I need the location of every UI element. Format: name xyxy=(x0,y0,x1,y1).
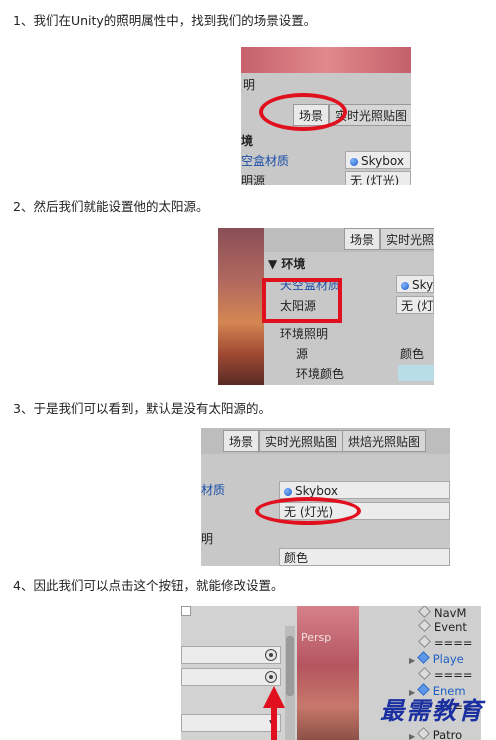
hierarchy-label: ==== xyxy=(434,636,473,650)
tab-scene[interactable]: 场景 xyxy=(223,430,260,452)
scene-view-strip xyxy=(241,47,411,73)
step-1-text: 1、我们在Unity的照明属性中，找到我们的场景设置。 xyxy=(13,13,317,28)
screenshot-sun-source: 场景 实时光照 ▼ 环境 天空盒材质 Sky 太阳源 无 (灯光 环境照明 源 … xyxy=(218,228,434,385)
gameobject-icon xyxy=(418,606,431,618)
material-icon xyxy=(350,158,358,166)
red-arrow-icon xyxy=(263,686,285,740)
step-4-text: 4、因此我们可以点击这个按钮，就能修改设置。 xyxy=(13,578,284,593)
section-environment: 境 xyxy=(241,134,254,148)
highlight-rectangle xyxy=(262,278,342,323)
sun-source-picker-icon[interactable] xyxy=(265,671,277,683)
hierarchy-item[interactable]: NavM xyxy=(418,606,467,620)
collapse-arrow-icon[interactable]: ▼ xyxy=(268,257,281,271)
material-icon xyxy=(401,282,409,290)
skybox-material-label: 材质 xyxy=(201,483,226,497)
section-environment: ▼ 环境 xyxy=(268,256,305,272)
tab-baked-lightmap[interactable]: 烘焙光照贴图 xyxy=(342,430,427,452)
highlight-circle xyxy=(259,93,347,131)
object-picker-icon[interactable] xyxy=(265,649,277,661)
source-field[interactable]: 颜色 xyxy=(279,548,450,566)
hierarchy-item[interactable]: ▶ Playe xyxy=(409,651,464,668)
lighting-label-fragment: 明 xyxy=(201,532,214,546)
prefab-icon xyxy=(416,651,430,664)
skybox-material-value: Sky xyxy=(412,278,434,292)
gameobject-icon xyxy=(416,727,430,740)
hierarchy-label: Patro xyxy=(432,728,463,740)
ambient-color-swatch[interactable] xyxy=(398,365,434,381)
gameobject-icon xyxy=(418,619,431,632)
section-environment-label: 环境 xyxy=(281,257,306,271)
scene-view: Persp xyxy=(297,606,359,740)
gameobject-icon xyxy=(418,667,431,680)
skybox-material-field[interactable]: Sky xyxy=(396,275,434,293)
skybox-material-value: Skybox xyxy=(295,484,338,498)
ambient-color-label: 环境颜色 xyxy=(296,367,345,381)
skybox-material-label: 空盒材质 xyxy=(241,154,290,168)
step-3-text: 3、于是我们可以看到，默认是没有太阳源的。 xyxy=(13,401,271,416)
hierarchy-label: Playe xyxy=(432,652,464,666)
hierarchy-item[interactable]: Event xyxy=(418,619,467,634)
screenshot-default-sun: 场景 实时光照贴图 烘焙光照贴图 材质 Skybox 无 (灯光) 明 颜色 xyxy=(201,428,450,566)
hierarchy-label: NavM xyxy=(434,606,467,620)
persp-label: Persp xyxy=(301,631,332,644)
hierarchy-label: Event xyxy=(434,620,467,634)
hierarchy-item[interactable]: ==== xyxy=(418,635,473,650)
gameobject-icon xyxy=(418,635,431,648)
hierarchy-label: ==== xyxy=(434,668,473,682)
tab-realtime-lightmap[interactable]: 实时光照 xyxy=(380,228,434,250)
sun-source-label: 明源 xyxy=(241,174,266,185)
source-value[interactable]: 颜色 xyxy=(400,346,424,362)
material-icon xyxy=(284,488,292,496)
tab-realtime-lightmap[interactable]: 实时光照贴图 xyxy=(259,430,344,452)
skybox-material-value: Skybox xyxy=(361,154,404,168)
window-corner xyxy=(181,606,191,616)
sun-source-field[interactable]: 无 (灯光 xyxy=(396,296,434,314)
step-2-text: 2、然后我们就能设置他的太阳源。 xyxy=(13,199,209,214)
window-title-fragment: 明 xyxy=(243,78,256,92)
screenshot-scene-tab: 明 场景 实时光照贴图 境 空盒材质 Skybox 明源 无 (灯光) xyxy=(241,47,411,185)
environment-lighting-label: 环境照明 xyxy=(280,327,329,341)
scrollbar-thumb[interactable] xyxy=(286,636,294,696)
skybox-material-field[interactable]: Skybox xyxy=(345,151,411,169)
highlight-ellipse xyxy=(255,497,361,525)
source-label: 源 xyxy=(296,347,309,361)
hierarchy-item[interactable]: ==== xyxy=(418,667,473,682)
sun-source-field[interactable]: 无 (灯光) xyxy=(345,171,411,185)
scene-view-strip xyxy=(218,228,264,385)
hierarchy-item[interactable]: ▶ Patro xyxy=(409,727,463,740)
watermark: 最需教育 xyxy=(380,696,484,725)
tab-scene[interactable]: 场景 xyxy=(344,228,381,250)
